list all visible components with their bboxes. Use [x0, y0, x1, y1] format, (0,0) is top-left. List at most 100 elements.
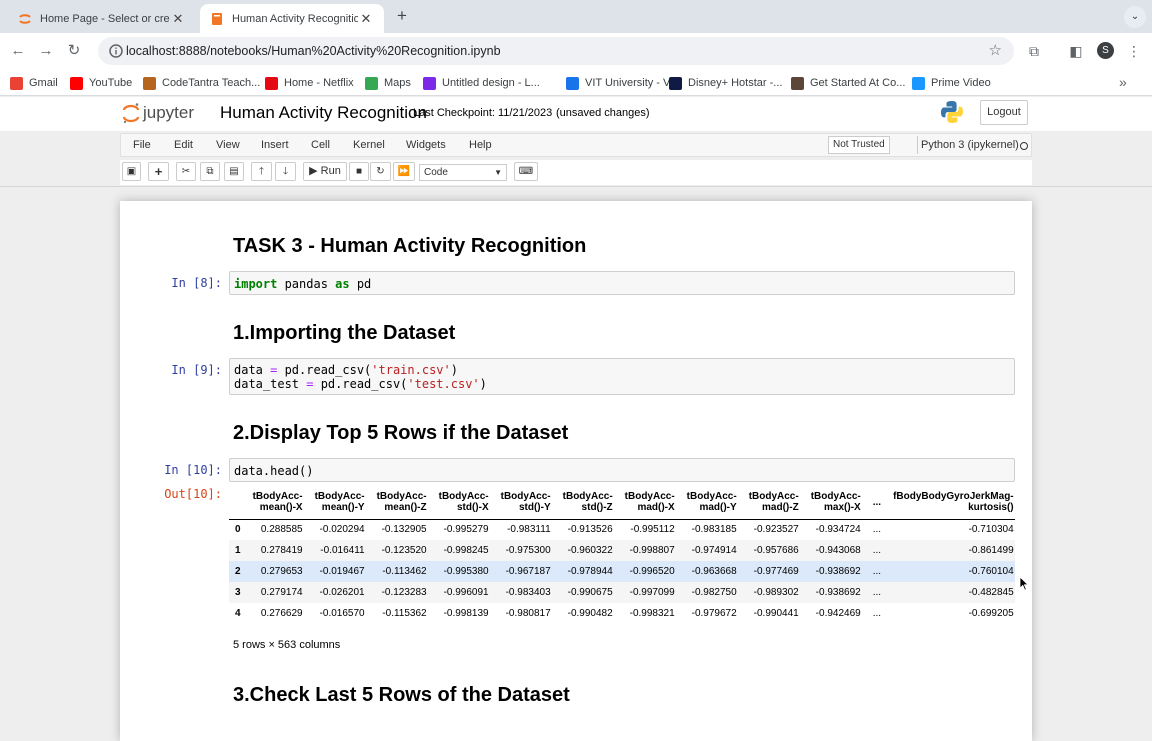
markdown-heading-1[interactable]: 1.Importing the Dataset [233, 322, 455, 345]
address-bar[interactable]: localhost:8888/notebooks/Human%20Activit… [98, 37, 1014, 65]
column-header-line: tBodyAcc- [438, 491, 489, 503]
table-cell: -0.132905 [381, 524, 427, 536]
input-prompt: In [8]: [171, 276, 222, 290]
bookmark-item[interactable]: Prime Video [912, 75, 991, 91]
notebook-name[interactable]: Human Activity Recognition [220, 103, 427, 123]
save-icon[interactable]: ▣ [122, 162, 141, 181]
move-down-icon[interactable]: 🡓 [275, 162, 296, 181]
menu-edit[interactable]: Edit [174, 139, 193, 151]
back-icon[interactable]: ← [8, 41, 28, 61]
menu-file[interactable]: File [133, 139, 151, 151]
table-cell: -0.115362 [382, 608, 427, 619]
table-row: 4 0.276629 -0.016570 -0.115362 -0.998139 -0.9… [229, 603, 1015, 624]
jupyter-header: jupyter Human Activity Recognition Last … [0, 97, 1152, 131]
mouse-cursor-icon [1019, 576, 1029, 591]
table-cell: -0.995279 [443, 524, 489, 536]
table-cell: -0.983111 [507, 524, 551, 536]
extensions-icon[interactable]: ⧉ [1024, 41, 1044, 61]
interrupt-icon[interactable]: ■ [349, 162, 369, 181]
tab-search-button[interactable]: ⌄ [1124, 6, 1146, 28]
bookmark-item[interactable]: Disney+ Hotstar -... [669, 75, 782, 91]
bookmark-item[interactable]: Maps [365, 75, 411, 91]
table-cell: -0.996091 [432, 582, 495, 603]
paste-icon[interactable]: ▤ [224, 162, 244, 181]
column-header: tBodyAcc-mean()-Y [308, 486, 371, 520]
close-tab-icon[interactable]: ✕ [170, 11, 186, 27]
jupyter-logo-icon[interactable]: jupyter [122, 101, 214, 125]
bookmark-label: Untitled design - L... [442, 77, 540, 89]
site-info-icon[interactable] [108, 43, 124, 59]
code-line: import pandas as pd [234, 277, 372, 291]
code-line: data_test = pd.read_csv('test.csv') [234, 377, 487, 391]
markdown-heading-3[interactable]: 3.Check Last 5 Rows of the Dataset [233, 684, 570, 707]
kernel-name[interactable]: Python 3 (ipykernel) [917, 136, 1019, 154]
code-cell-head[interactable]: data.head() [229, 458, 1015, 482]
table-cell: -0.974914 [680, 540, 743, 561]
dataframe-output[interactable]: tBodyAcc-mean()-X tBodyAcc-mean()-Y tBodyA… [229, 486, 1015, 626]
menu-cell[interactable]: Cell [311, 139, 330, 151]
side-panel-icon[interactable]: ◧ [1066, 41, 1086, 61]
hotstar-icon [669, 76, 682, 90]
restart-run-all-icon[interactable]: ⏩ [393, 162, 415, 181]
bookmark-star-icon[interactable]: ☆ [989, 41, 1002, 59]
cut-icon[interactable]: ✂ [176, 162, 196, 181]
tab-human-activity[interactable]: Human Activity Recognition - Jupyter Not… [200, 4, 384, 33]
menu-kernel[interactable]: Kernel [353, 139, 385, 151]
bookmark-label: YouTube [89, 77, 133, 89]
table-cell: -0.998807 [618, 540, 681, 561]
code-cell-read-csv[interactable]: data = pd.read_csv('train.csv') data_tes… [229, 358, 1015, 395]
code-cell-import[interactable]: import pandas as pd [229, 271, 1015, 295]
table-cell: -0.934724 [815, 524, 861, 536]
logout-button[interactable]: Logout [980, 100, 1028, 125]
menu-widgets[interactable]: Widgets [406, 139, 446, 151]
column-header-line: kurtosis() [968, 502, 1014, 514]
browser-toolbar: ← → ↻ localhost:8888/notebooks/Human%20A… [0, 33, 1152, 69]
not-trusted-button[interactable]: Not Trusted [828, 136, 890, 154]
copy-icon[interactable]: ⧉ [200, 162, 220, 181]
new-tab-button[interactable]: + [392, 6, 412, 26]
menu-insert[interactable]: Insert [261, 139, 289, 151]
markdown-heading-task[interactable]: TASK 3 - Human Activity Recognition [233, 235, 586, 258]
more-bookmarks-icon[interactable]: » [1119, 74, 1127, 90]
column-header-line: std()-Z [581, 502, 613, 514]
move-up-icon[interactable]: 🡑 [251, 162, 272, 181]
table-cell: -0.942469 [815, 608, 861, 619]
table-cell: -0.963668 [680, 561, 743, 582]
bookmark-item[interactable]: VIT University - V... [566, 75, 679, 91]
markdown-heading-2[interactable]: 2.Display Top 5 Rows if the Dataset [233, 422, 568, 445]
cell-type-select[interactable]: Code ▼ [419, 164, 507, 181]
table-cell: 0.278419 [246, 540, 309, 561]
table-cell: -0.980817 [505, 608, 551, 619]
bookmark-item[interactable]: CodeTantra Teach... [143, 75, 260, 91]
forward-icon[interactable]: → [36, 41, 56, 61]
profile-avatar[interactable]: S [1097, 42, 1114, 59]
canva-icon [423, 76, 436, 90]
bookmark-item[interactable]: Home - Netflix [265, 75, 354, 91]
table-row: 2 0.279653 -0.019467 -0.113462 -0.995380 -0.9… [229, 561, 1015, 582]
tab-title: Home Page - Select or create a notebook [40, 12, 170, 25]
reload-icon[interactable]: ↻ [64, 41, 84, 61]
table-row: 1 0.278419 -0.016411 -0.123520 -0.998245 -0.9… [229, 540, 1015, 561]
column-header: tBodyAcc-mean()-X [246, 486, 309, 520]
menu-help[interactable]: Help [469, 139, 492, 151]
bookmark-item[interactable]: Untitled design - L... [423, 75, 540, 91]
insert-cell-icon[interactable]: + [148, 162, 169, 181]
column-header-line: mad()-Y [699, 502, 737, 514]
kernel-idle-icon [1020, 142, 1028, 150]
bookmarks-bar: Gmail YouTube CodeTantra Teach... Home - Ne… [0, 69, 1152, 96]
bookmark-item[interactable]: YouTube [70, 75, 132, 91]
restart-icon[interactable]: ↻ [370, 162, 391, 181]
url-text[interactable]: localhost:8888/notebooks/Human%20Activit… [126, 44, 501, 58]
tab-home-page[interactable]: Home Page - Select or create a notebook … [8, 4, 196, 33]
row-index: 4 [235, 608, 241, 619]
table-cell: ... [866, 561, 888, 582]
menu-view[interactable]: View [216, 139, 240, 151]
run-button[interactable]: ▶ Run [303, 162, 347, 181]
close-tab-icon[interactable]: ✕ [358, 11, 374, 27]
bookmark-item[interactable]: Get Started At Co... [791, 75, 905, 91]
browser-menu-icon[interactable]: ⋮ [1124, 41, 1144, 61]
bookmark-item[interactable]: Gmail [10, 75, 58, 91]
row-index: 0 [235, 524, 241, 536]
column-header-line: tBodyAcc- [810, 491, 861, 503]
command-palette-icon[interactable]: ⌨ [514, 162, 538, 181]
